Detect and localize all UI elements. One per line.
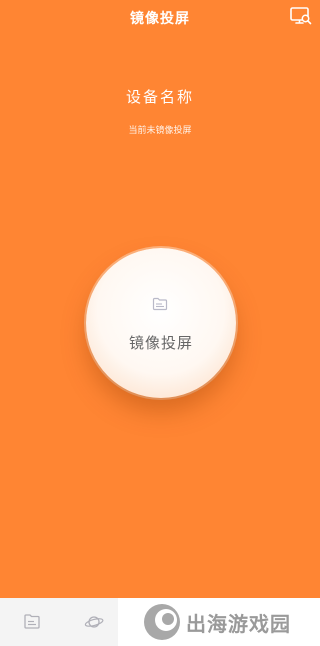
watermark: 出海游戏园 [118, 598, 320, 646]
tab-explore[interactable] [84, 612, 104, 632]
planet-icon [84, 616, 104, 628]
logo-icon [142, 602, 182, 642]
watermark-text: 出海游戏园 [186, 612, 291, 636]
file-icon [152, 296, 168, 311]
mirror-status: 当前未镜像投屏 [128, 126, 192, 136]
app-screen: 镜像投屏 设备名称 当前未镜像投屏 镜像投屏 [0, 0, 320, 598]
tab-files[interactable] [22, 612, 42, 632]
cast-button-label: 镜像投屏 [128, 334, 193, 352]
mirror-cast-button[interactable]: 镜像投屏 [86, 248, 236, 398]
page-title: 镜像投屏 [130, 11, 190, 27]
monitor-search-icon[interactable] [290, 6, 312, 26]
file-icon [24, 614, 40, 629]
device-name: 设备名称 [125, 88, 194, 106]
